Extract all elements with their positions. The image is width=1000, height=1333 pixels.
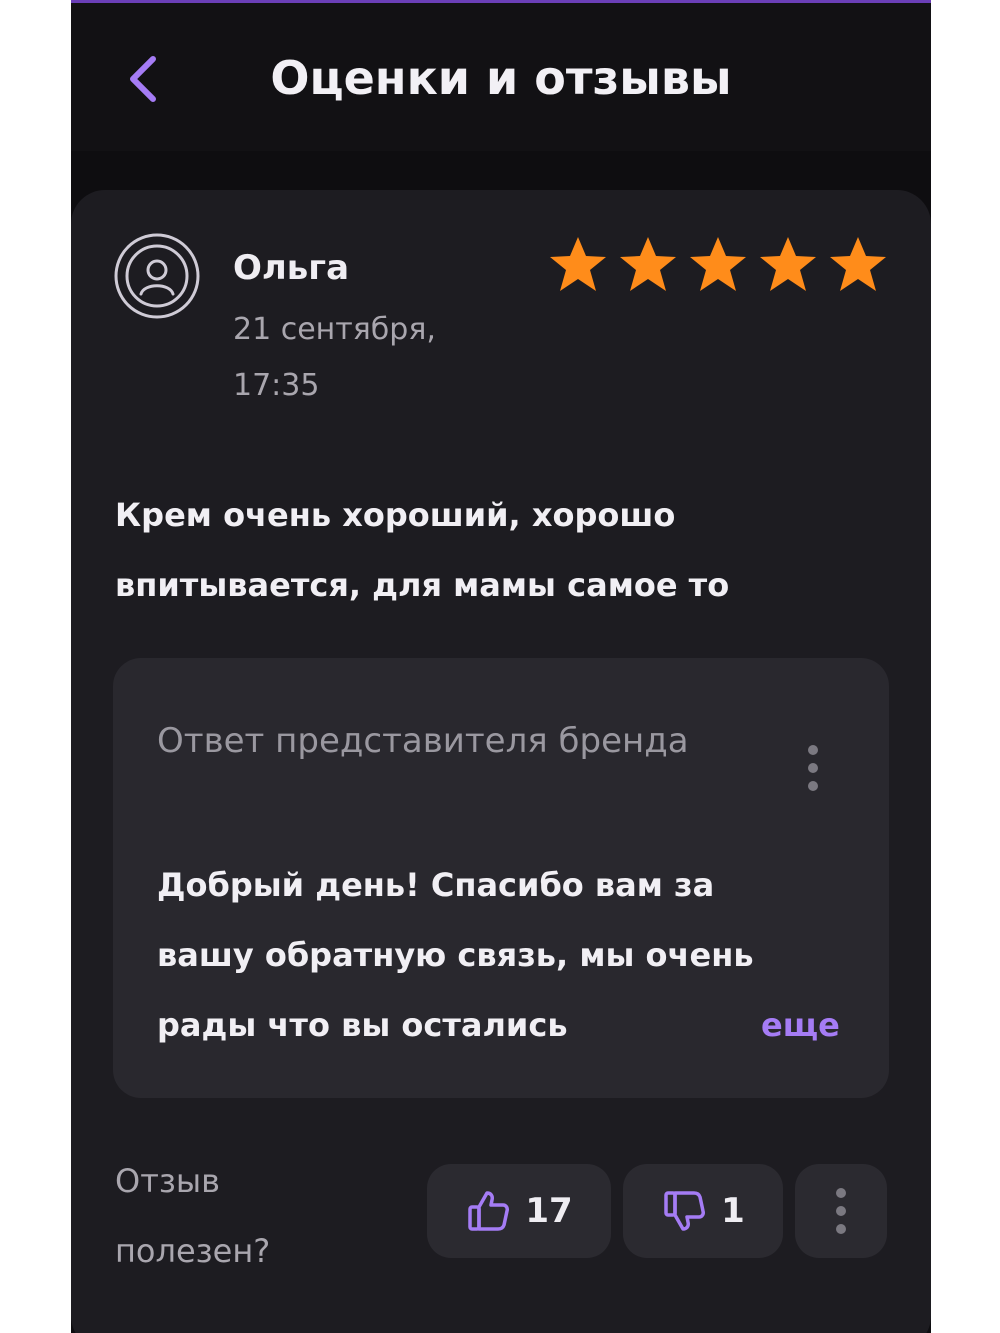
dislike-button[interactable]: 1 xyxy=(623,1164,783,1258)
dislikes-count: 1 xyxy=(721,1191,745,1231)
more-vertical-icon xyxy=(808,745,818,791)
star-icon xyxy=(550,237,606,291)
reply-menu-button[interactable] xyxy=(793,740,833,802)
review-author: Ольга xyxy=(233,248,350,288)
thumbs-down-icon xyxy=(664,1191,706,1231)
review-text: Крем очень хороший, хорошо впитывается, … xyxy=(115,496,730,604)
reply-title: Ответ представителя бренда xyxy=(157,721,689,761)
app-screen: Оценки и отзывы Ольга 21 сентября, 17:35… xyxy=(71,0,931,1333)
helpful-label: Отзыв полезен? xyxy=(115,1162,271,1270)
brand-reply: Ответ представителя бренда Добрый день! … xyxy=(113,658,889,1098)
star-icon xyxy=(760,237,816,291)
review-menu-button[interactable] xyxy=(795,1164,887,1258)
more-vertical-icon xyxy=(836,1188,846,1234)
user-avatar-icon xyxy=(114,233,200,319)
star-icon xyxy=(830,237,886,291)
chevron-left-icon xyxy=(130,56,156,102)
review-card: Ольга 21 сентября, 17:35 Крем очень хоро… xyxy=(71,190,931,1333)
star-icon xyxy=(690,237,746,291)
star-rating xyxy=(545,232,891,298)
reply-text: Добрый день! Спасибо вам за вашу обратну… xyxy=(157,866,754,1044)
star-icon xyxy=(620,237,676,291)
thumbs-up-icon xyxy=(468,1191,510,1231)
back-button[interactable] xyxy=(119,47,175,111)
likes-count: 17 xyxy=(525,1191,573,1231)
show-more-link[interactable]: еще xyxy=(761,990,840,1060)
like-button[interactable]: 17 xyxy=(427,1164,611,1258)
header: Оценки и отзывы xyxy=(71,3,931,151)
review-date: 21 сентября, 17:35 xyxy=(233,312,436,403)
page-title: Оценки и отзывы xyxy=(270,51,732,105)
